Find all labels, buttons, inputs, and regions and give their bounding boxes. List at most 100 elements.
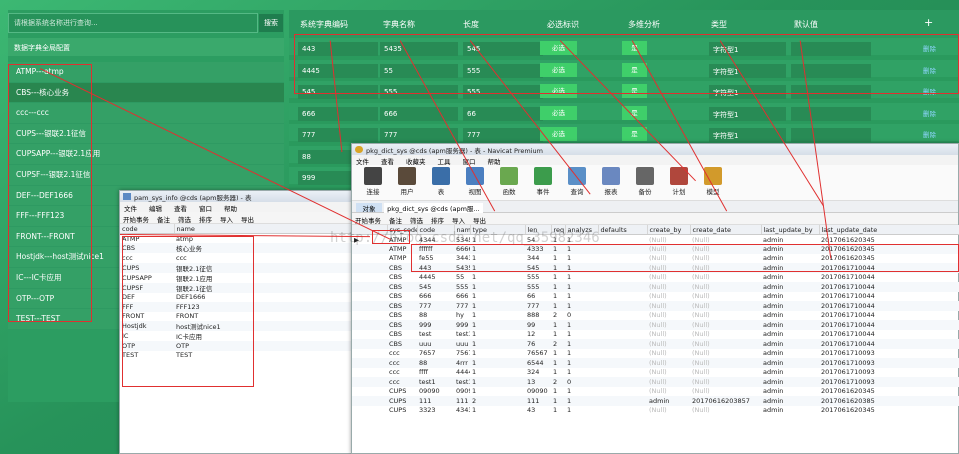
table-cell[interactable]: 111 xyxy=(525,396,551,406)
table-cell[interactable]: 777 xyxy=(417,301,454,311)
table-cell[interactable]: (Null) xyxy=(647,235,690,245)
toolbar-button[interactable]: 筛选 xyxy=(410,217,423,225)
table-cell[interactable]: 1 xyxy=(551,273,565,283)
table-cell[interactable] xyxy=(598,339,647,349)
toolbar-4-button[interactable]: 函数 xyxy=(492,165,526,196)
table-cell[interactable]: 7567 xyxy=(454,349,470,359)
table-cell[interactable]: 7657 xyxy=(417,349,454,359)
table-cell[interactable]: test1 xyxy=(454,377,470,387)
table-cell[interactable]: admin xyxy=(761,396,819,406)
table-cell[interactable]: admin xyxy=(761,368,819,378)
grid-cell[interactable]: 666 xyxy=(380,106,458,121)
table-cell[interactable]: (Null) xyxy=(690,320,761,330)
table-cell[interactable]: (Null) xyxy=(690,273,761,283)
table-cell[interactable]: 2017061620385 xyxy=(819,396,959,406)
table-cell[interactable]: admin xyxy=(761,406,819,416)
table-cell[interactable] xyxy=(598,396,647,406)
grid-cell[interactable]: 777 xyxy=(380,128,458,142)
search-button[interactable]: 搜索 xyxy=(259,14,283,32)
table-cell[interactable]: (Null) xyxy=(690,368,761,378)
table-cell[interactable]: 666 xyxy=(454,292,470,302)
table-cell[interactable]: 090909 xyxy=(454,387,470,397)
table-cell[interactable]: 4rrr xyxy=(454,358,470,368)
toolbar-button[interactable]: 排序 xyxy=(199,216,212,224)
table-cell[interactable]: CUPS xyxy=(387,387,417,397)
table-cell[interactable]: 1 xyxy=(565,301,598,311)
table-cell[interactable]: (Null) xyxy=(647,368,690,378)
table-row[interactable]: ccc 88 4rrr 1 6544 1 1 (Null) (Null) admin 2017061… xyxy=(352,358,959,368)
table-cell[interactable]: 1 xyxy=(470,339,525,349)
table-cell[interactable] xyxy=(598,330,647,340)
table-row[interactable]: CBStesttest111211(Null)(Null)admin201706… xyxy=(352,330,959,340)
table-cell[interactable]: 99 xyxy=(525,320,551,330)
toolbar-button[interactable]: 备注 xyxy=(389,217,402,225)
table-cell[interactable] xyxy=(598,301,647,311)
table-cell[interactable]: CBS xyxy=(387,339,417,349)
table-cell[interactable]: 2017061710044 xyxy=(819,301,959,311)
table-cell[interactable]: 555 xyxy=(525,282,551,292)
table-cell[interactable]: (Null) xyxy=(690,292,761,302)
table-cell[interactable]: 999 xyxy=(454,320,470,330)
table-cell[interactable]: ccc xyxy=(387,368,417,378)
table-cell[interactable]: ccc xyxy=(387,358,417,368)
table-cell[interactable] xyxy=(598,368,647,378)
table-cell[interactable]: (Null) xyxy=(647,320,690,330)
table-cell[interactable]: 666 xyxy=(417,292,454,302)
table-cell[interactable]: 1 xyxy=(565,387,598,397)
table-cell[interactable]: 88 xyxy=(417,358,454,368)
toolbar-3-button[interactable]: 视图 xyxy=(458,165,492,196)
table-cell[interactable]: 1 xyxy=(470,311,525,321)
toolbar-button[interactable]: 筛选 xyxy=(178,216,191,224)
table-cell[interactable]: admin xyxy=(761,387,819,397)
table-cell[interactable] xyxy=(598,377,647,387)
required-badge[interactable]: 必选 xyxy=(540,105,577,120)
table-cell[interactable]: 76 xyxy=(525,339,551,349)
toolbar-9-button[interactable]: 计划 xyxy=(662,165,696,196)
table-cell[interactable]: (Null) xyxy=(647,358,690,368)
table-cell[interactable]: admin xyxy=(761,349,819,359)
table-cell[interactable] xyxy=(598,406,647,416)
table-cell[interactable]: (Null) xyxy=(690,377,761,387)
table-cell[interactable]: admin xyxy=(761,320,819,330)
table-cell[interactable]: admin xyxy=(761,330,819,340)
table-cell[interactable]: 1 xyxy=(470,292,525,302)
table-cell[interactable]: 1 xyxy=(565,292,598,302)
table-cell[interactable] xyxy=(598,320,647,330)
table-cell[interactable]: 1 xyxy=(470,282,525,292)
table-cell[interactable]: 1 xyxy=(470,320,525,330)
table-cell[interactable]: 2017061710093 xyxy=(819,358,959,368)
table-cell[interactable]: admin xyxy=(761,282,819,292)
table-cell[interactable]: 1 xyxy=(470,273,525,283)
table-cell[interactable]: 2017061710044 xyxy=(819,273,959,283)
table-cell[interactable]: 0 xyxy=(565,311,598,321)
table-cell[interactable]: 2017061710044 xyxy=(819,330,959,340)
table-cell[interactable]: 12 xyxy=(525,330,551,340)
table-cell[interactable]: admin xyxy=(761,377,819,387)
table-cell[interactable]: 1 xyxy=(565,396,598,406)
toolbar-2-button[interactable]: 表 xyxy=(424,165,458,196)
table-row[interactable]: CBS 777 777 1 777 1 1 (Null) (Null) admin 20170617… xyxy=(352,301,959,311)
table-cell[interactable]: 1 xyxy=(565,368,598,378)
table-row[interactable]: cccffff4444132411(Null)(Null)admin201706… xyxy=(352,368,959,378)
global-config-link[interactable]: 数据字典全局配置 xyxy=(8,38,284,56)
table-cell[interactable]: admin xyxy=(647,396,690,406)
table-cell[interactable]: 1 xyxy=(470,330,525,340)
table-cell[interactable]: 13 xyxy=(525,377,551,387)
table-cell[interactable]: (Null) xyxy=(690,387,761,397)
table-cell[interactable]: 4444 xyxy=(454,368,470,378)
table-cell[interactable]: 3323 xyxy=(417,406,454,416)
table-cell[interactable]: 4445 xyxy=(417,273,454,283)
table-row[interactable]: ccctest1test111320(Null)(Null)admin20170… xyxy=(352,377,959,387)
table-cell[interactable]: (Null) xyxy=(647,377,690,387)
table-cell[interactable] xyxy=(598,311,647,321)
table-cell[interactable]: 2017061620345 xyxy=(819,387,959,397)
table-cell[interactable]: 1 xyxy=(470,301,525,311)
table-cell[interactable] xyxy=(598,292,647,302)
toolbar-1-button[interactable]: 用户 xyxy=(390,165,424,196)
table-cell[interactable]: 20170616203857 xyxy=(690,396,761,406)
table-cell[interactable]: admin xyxy=(761,292,819,302)
table-cell[interactable]: 76567 xyxy=(525,349,551,359)
table-row[interactable]: CBS 4445 55 1 555 1 1 (Null) (Null) admin 20170617… xyxy=(352,273,959,283)
table-cell[interactable]: CBS xyxy=(387,273,417,283)
table-cell[interactable]: 2017061710044 xyxy=(819,320,959,330)
